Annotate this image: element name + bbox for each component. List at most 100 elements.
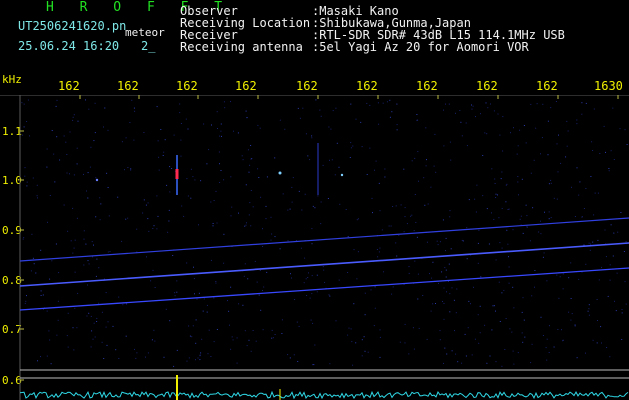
noise-pixel bbox=[40, 356, 41, 358]
noise-pixel bbox=[424, 204, 426, 206]
noise-pixel bbox=[329, 295, 331, 297]
noise-pixel bbox=[498, 281, 500, 283]
noise-pixel bbox=[174, 295, 176, 297]
noise-pixel bbox=[546, 280, 548, 282]
noise-pixel bbox=[443, 287, 445, 289]
noise-pixel bbox=[262, 246, 264, 247]
noise-pixel bbox=[410, 215, 412, 217]
noise-pixel bbox=[105, 326, 107, 328]
noise-pixel bbox=[433, 165, 435, 167]
noise-pixel bbox=[562, 340, 564, 342]
spectrogram-svg bbox=[0, 95, 629, 400]
noise-pixel bbox=[480, 276, 482, 278]
noise-pixel bbox=[429, 273, 430, 275]
noise-pixel bbox=[416, 114, 418, 115]
noise-pixel bbox=[338, 279, 340, 281]
noise-pixel bbox=[589, 249, 591, 251]
noise-pixel bbox=[74, 271, 76, 273]
noise-pixel bbox=[105, 292, 107, 294]
noise-pixel bbox=[546, 338, 548, 340]
noise-pixel bbox=[46, 355, 48, 357]
noise-pixel bbox=[247, 149, 249, 151]
noise-pixel bbox=[455, 112, 456, 114]
noise-pixel bbox=[475, 116, 476, 118]
noise-pixel bbox=[395, 242, 397, 244]
noise-pixel bbox=[479, 305, 481, 307]
noise-pixel bbox=[437, 244, 439, 246]
noise-pixel bbox=[179, 112, 181, 114]
noise-pixel bbox=[281, 319, 283, 321]
noise-pixel bbox=[456, 288, 458, 290]
noise-pixel bbox=[262, 290, 263, 291]
noise-pixel bbox=[466, 145, 468, 147]
noise-pixel bbox=[593, 214, 595, 216]
noise-pixel bbox=[309, 159, 311, 161]
noise-pixel bbox=[517, 145, 519, 147]
noise-pixel bbox=[388, 225, 390, 227]
noise-pixel bbox=[311, 275, 313, 277]
noise-pixel bbox=[550, 217, 552, 219]
noise-pixel bbox=[96, 317, 98, 319]
noise-pixel bbox=[87, 284, 88, 286]
noise-pixel bbox=[513, 127, 514, 129]
noise-pixel bbox=[516, 153, 518, 155]
noise-pixel bbox=[324, 281, 326, 283]
x-tick-label: 162 bbox=[536, 79, 558, 93]
noise-pixel bbox=[460, 121, 462, 123]
noise-pixel bbox=[451, 350, 453, 352]
noise-pixel bbox=[508, 208, 510, 210]
noise-pixel bbox=[418, 327, 420, 329]
noise-pixel bbox=[156, 106, 158, 108]
noise-pixel bbox=[484, 324, 486, 326]
noise-pixel bbox=[147, 218, 149, 220]
noise-pixel bbox=[169, 191, 171, 193]
noise-pixel bbox=[101, 311, 103, 313]
noise-pixel bbox=[158, 169, 160, 171]
noise-pixel bbox=[287, 354, 289, 356]
noise-pixel bbox=[121, 240, 123, 242]
noise-pixel bbox=[25, 300, 27, 302]
noise-pixel bbox=[353, 249, 355, 251]
noise-pixel bbox=[135, 357, 137, 359]
noise-pixel bbox=[40, 295, 42, 296]
noise-pixel bbox=[265, 205, 267, 207]
noise-pixel bbox=[583, 244, 585, 246]
noise-pixel bbox=[40, 290, 42, 292]
noise-pixel bbox=[130, 168, 132, 170]
noise-pixel bbox=[66, 172, 68, 174]
noise-pixel bbox=[568, 277, 570, 279]
noise-pixel bbox=[198, 224, 199, 226]
noise-pixel bbox=[274, 236, 276, 238]
noise-pixel bbox=[482, 195, 484, 197]
noise-pixel bbox=[519, 218, 521, 220]
noise-pixel bbox=[438, 282, 439, 284]
noise-pixel bbox=[493, 218, 495, 220]
noise-pixel bbox=[364, 350, 366, 352]
noise-pixel bbox=[534, 286, 535, 288]
noise-pixel bbox=[171, 168, 173, 169]
noise-pixel bbox=[348, 327, 350, 329]
noise-pixel bbox=[122, 304, 124, 306]
noise-pixel bbox=[56, 334, 58, 336]
noise-pixel bbox=[220, 130, 222, 132]
noise-pixel bbox=[417, 119, 419, 121]
noise-pixel bbox=[151, 339, 153, 341]
noise-pixel bbox=[37, 197, 38, 199]
noise-pixel bbox=[571, 186, 572, 188]
noise-pixel bbox=[471, 104, 472, 106]
spectrum-trace bbox=[19, 390, 629, 400]
noise-pixel bbox=[392, 206, 394, 207]
noise-pixel bbox=[615, 310, 617, 312]
noise-pixel bbox=[350, 103, 352, 105]
noise-pixel bbox=[223, 101, 225, 103]
noise-pixel bbox=[574, 216, 576, 217]
noise-pixel bbox=[72, 119, 74, 121]
noise-pixel bbox=[238, 212, 239, 214]
noise-pixel bbox=[270, 239, 272, 241]
noise-pixel bbox=[549, 325, 550, 327]
noise-pixel bbox=[371, 197, 373, 199]
noise-pixel bbox=[215, 281, 217, 282]
noise-speckle bbox=[21, 99, 628, 367]
noise-pixel bbox=[485, 102, 487, 104]
noise-pixel bbox=[560, 162, 562, 164]
